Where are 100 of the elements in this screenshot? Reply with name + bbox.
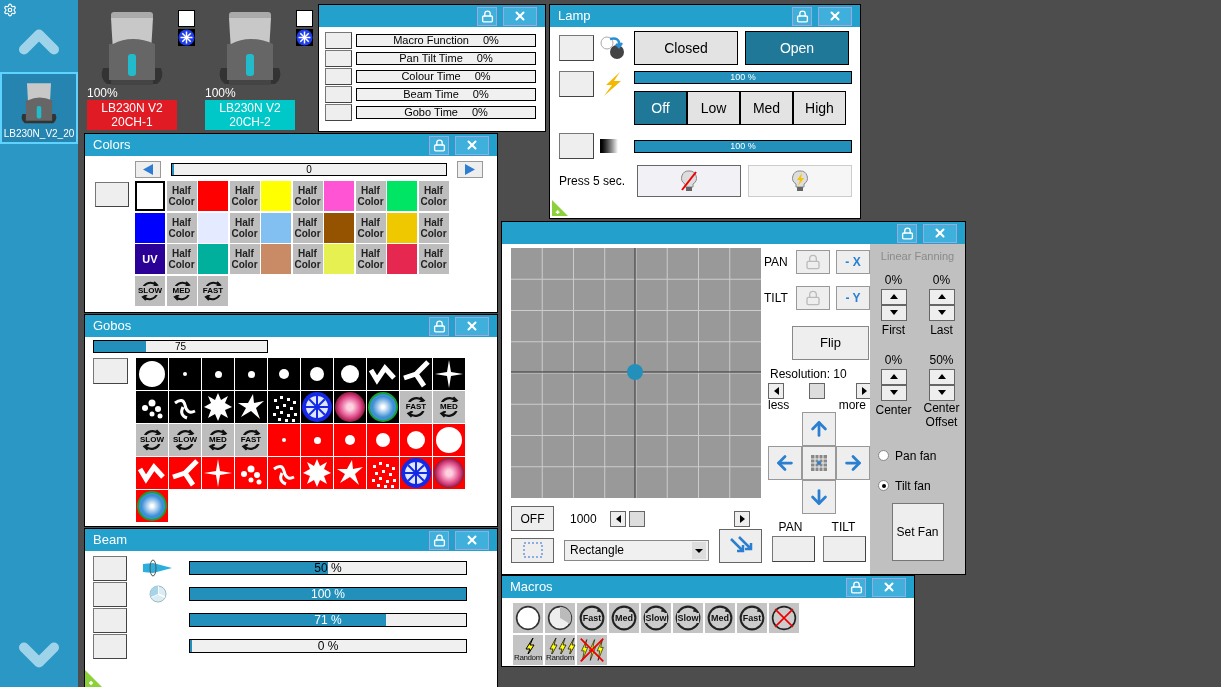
level-bar[interactable]: 100 % [634, 71, 852, 84]
function-bar[interactable]: Pan Tilt Time 0% [356, 52, 536, 65]
lock-button[interactable] [429, 135, 449, 155]
gobo-button[interactable] [202, 391, 234, 423]
function-bar[interactable]: Beam Time 0% [356, 88, 536, 101]
speed-button[interactable]: MED [166, 275, 197, 306]
level-bar[interactable]: 100 % [634, 139, 852, 153]
invert-y-button[interactable]: - Y [836, 286, 870, 310]
gobo-button[interactable] [136, 391, 168, 423]
color-swatch[interactable] [198, 212, 228, 243]
position-marker[interactable] [627, 364, 643, 380]
blank-button[interactable] [772, 536, 815, 562]
color-swatch[interactable] [135, 212, 165, 243]
gobo-button[interactable] [235, 358, 267, 390]
gobo-button[interactable] [367, 391, 399, 423]
gobo-button[interactable] [136, 358, 168, 390]
half-color-button[interactable]: Half Color [418, 244, 449, 274]
blank-button[interactable] [93, 555, 127, 581]
blank-button[interactable] [325, 86, 352, 103]
close-button[interactable] [455, 316, 489, 336]
speed-button[interactable]: MED [433, 391, 465, 423]
blank-button[interactable] [93, 607, 127, 633]
strobe-button[interactable]: Off [634, 91, 687, 125]
next-button[interactable] [457, 161, 483, 178]
blank-button[interactable] [559, 35, 594, 61]
lock-button[interactable] [897, 223, 917, 243]
shutter-button[interactable]: Closed [634, 31, 738, 65]
uv-button[interactable]: UV [135, 244, 165, 274]
speed-button[interactable]: MED [202, 424, 234, 456]
half-color-button[interactable]: Half Color [229, 181, 260, 211]
macro-button[interactable]: Med [705, 603, 735, 633]
fixture-label[interactable]: LB230N V2 20CH-1 [87, 100, 177, 130]
gobo-button[interactable] [400, 358, 432, 390]
gobo-button[interactable] [169, 391, 201, 423]
close-button[interactable] [503, 6, 537, 26]
blank-button[interactable] [93, 358, 128, 384]
blank-button[interactable] [93, 581, 127, 607]
function-bar[interactable]: Colour Time 0% [356, 70, 536, 83]
blank-button[interactable] [823, 536, 866, 562]
left-button[interactable] [768, 446, 802, 480]
lock-button[interactable] [792, 6, 812, 26]
radio-button[interactable] [878, 450, 889, 461]
scroll-left-button[interactable] [610, 510, 626, 527]
half-color-button[interactable]: Half Color [418, 181, 449, 211]
blank-button[interactable] [325, 50, 352, 67]
close-button[interactable] [872, 577, 906, 597]
lock-button[interactable] [846, 577, 866, 597]
color-swatch[interactable] [324, 181, 354, 211]
macro-button[interactable]: Slow [673, 603, 703, 633]
shutter-button[interactable]: Open [745, 31, 849, 65]
flip-button[interactable]: Flip [792, 326, 869, 360]
color-swatch[interactable] [387, 212, 417, 243]
blank-button[interactable] [95, 182, 129, 207]
speed-button[interactable]: SLOW [169, 424, 201, 456]
level-bar[interactable]: 100 % [189, 587, 467, 601]
lock-button[interactable] [429, 316, 449, 336]
level-bar[interactable]: 71 % [189, 613, 467, 627]
half-color-button[interactable]: Half Color [355, 212, 386, 243]
gobo-button[interactable] [334, 358, 366, 390]
function-bar[interactable]: Macro Function 0% [356, 34, 536, 47]
slider-thumb[interactable] [628, 510, 645, 527]
settings-icon[interactable] [3, 3, 17, 17]
gobo-button[interactable] [301, 358, 333, 390]
speed-button[interactable]: SLOW [136, 424, 168, 456]
close-button[interactable] [923, 223, 957, 243]
half-color-button[interactable]: Half Color [292, 212, 323, 243]
close-button[interactable] [455, 135, 489, 155]
color-swatch[interactable] [261, 244, 291, 274]
speed-button[interactable]: SLOW [135, 275, 165, 306]
color-swatch[interactable] [324, 212, 354, 243]
gobo-button[interactable] [367, 358, 399, 390]
shape-dropdown[interactable]: Rectangle [564, 539, 709, 561]
macro-button[interactable]: Random [545, 635, 575, 665]
half-color-button[interactable]: Half Color [166, 181, 197, 211]
gobo-button[interactable] [301, 391, 333, 423]
gobo-button[interactable] [235, 391, 267, 423]
level-bar[interactable]: 50 % [189, 561, 467, 575]
center-button[interactable] [802, 446, 836, 480]
strobe-button[interactable]: Med [740, 91, 793, 125]
radio-button[interactable] [878, 480, 889, 491]
half-color-button[interactable]: Half Color [355, 181, 386, 211]
up-button[interactable] [802, 412, 836, 446]
macro-button[interactable]: Fast [737, 603, 767, 633]
right-button[interactable] [836, 446, 870, 480]
blank-button[interactable] [325, 68, 352, 85]
gobo-button[interactable] [433, 358, 465, 390]
half-color-button[interactable]: Half Color [229, 212, 260, 243]
fixture-thumbnail[interactable]: LB230N_V2_20 [0, 72, 78, 144]
blank-button[interactable] [559, 71, 594, 97]
gobo-button[interactable] [334, 391, 366, 423]
lock-button[interactable] [477, 6, 497, 26]
gobo-button[interactable] [268, 391, 300, 423]
lamp-off-button[interactable] [637, 165, 741, 197]
color-swatch[interactable] [387, 181, 417, 211]
macro-button[interactable] [513, 603, 543, 633]
step-up-button[interactable] [880, 368, 907, 385]
macro-button[interactable] [545, 603, 575, 633]
half-color-button[interactable]: Half Color [229, 244, 260, 274]
speed-button[interactable]: FAST [198, 275, 228, 306]
scroll-left-button[interactable] [768, 383, 784, 399]
